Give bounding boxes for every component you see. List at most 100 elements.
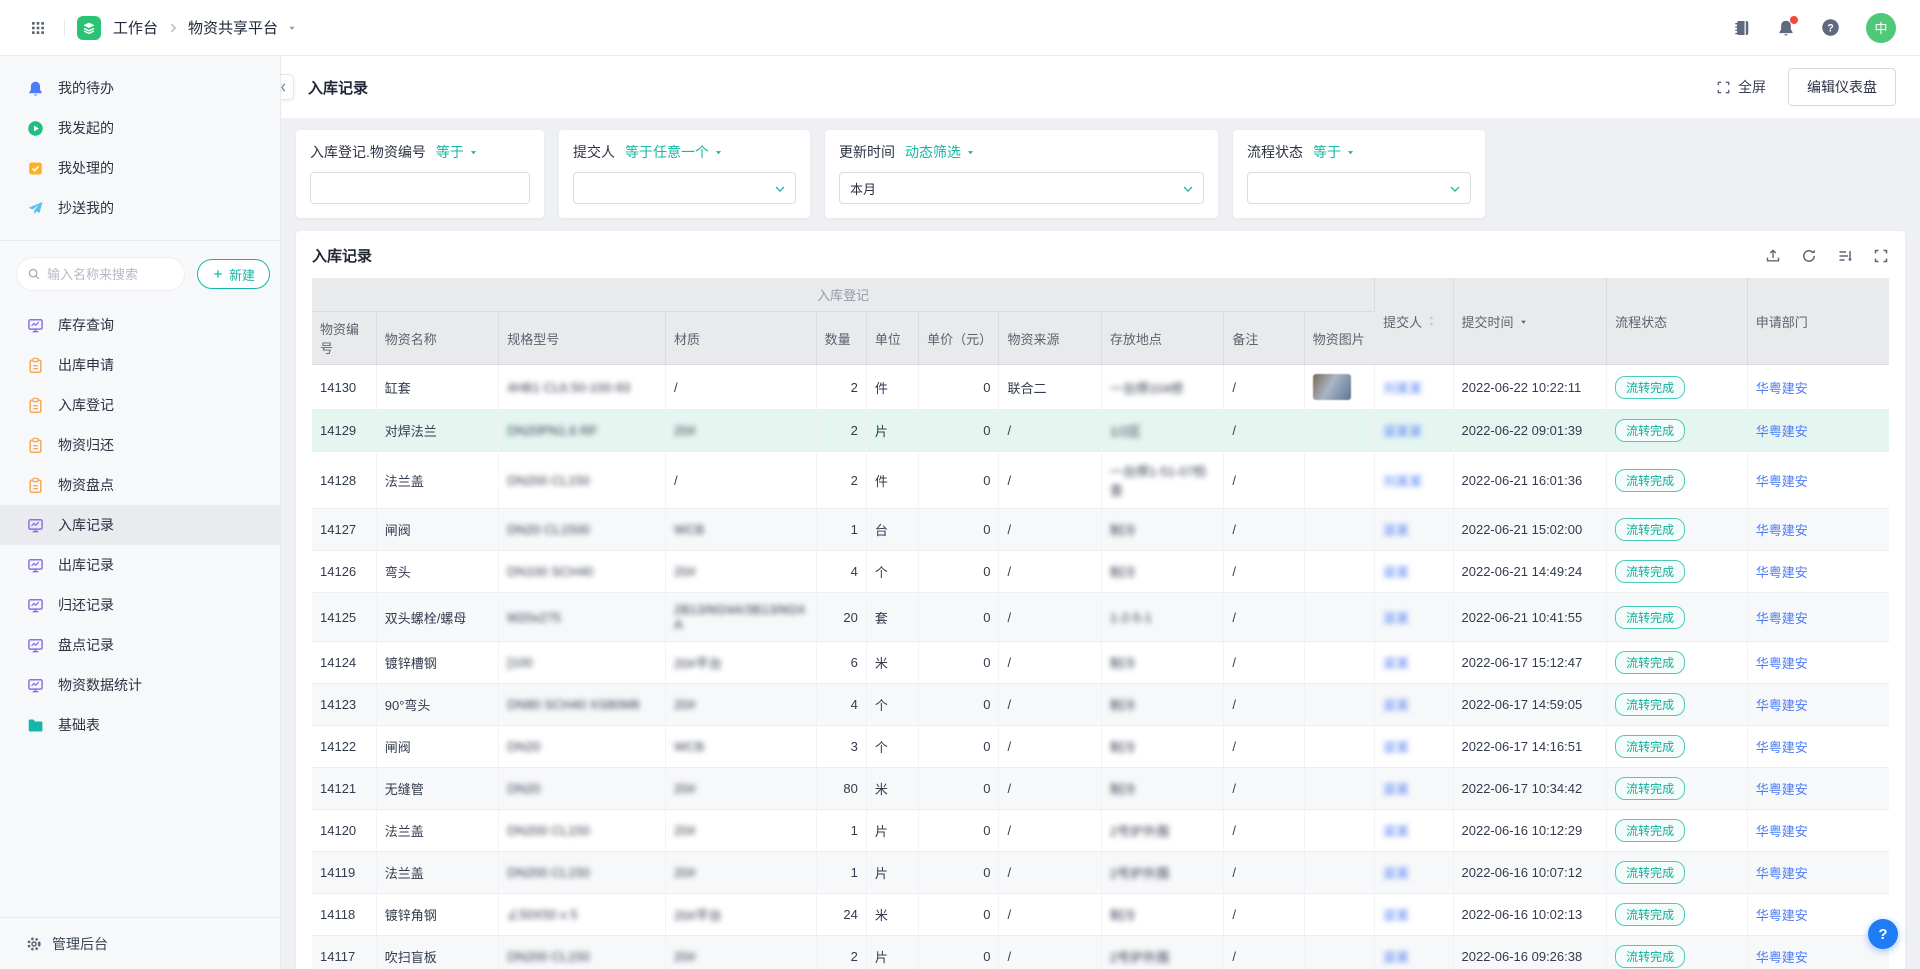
dept-link[interactable]: 华粤建安: [1756, 950, 1808, 965]
table-row[interactable]: 1412390°弯头DN80 SCH40 XS80M820#4个0/制冷/梁某2…: [312, 684, 1889, 726]
sidebar-item-inbound-register[interactable]: 入库登记: [0, 385, 280, 425]
sidebar-item-inventory-query[interactable]: 库存查询: [0, 305, 280, 345]
table-row[interactable]: 14126弯头DN100 SCH4020#4个0/制冷/梁某2022-06-21…: [312, 551, 1889, 593]
breadcrumb-workbench[interactable]: 工作台: [113, 17, 158, 38]
cell-status: 流转完成: [1607, 852, 1748, 894]
filter-update-time-select[interactable]: 本月: [839, 172, 1204, 204]
filter-flow-status-select[interactable]: [1247, 172, 1471, 204]
column-header-content[interactable]: 提交时间: [1462, 312, 1529, 331]
cell-material: 20#: [666, 852, 817, 894]
dept-link[interactable]: 华粤建安: [1756, 523, 1808, 538]
sidebar-item-my-initiated[interactable]: 我发起的: [0, 108, 280, 148]
sidebar-item-material-return[interactable]: 物资归还: [0, 425, 280, 465]
submitter-link[interactable]: 刘某某: [1383, 381, 1422, 396]
filter-operator[interactable]: 等于任意一个: [625, 142, 724, 162]
fullscreen-button[interactable]: 全屏: [1716, 77, 1766, 97]
submitter-link[interactable]: 梁某: [1383, 611, 1409, 626]
sidebar-item-my-handled[interactable]: 我处理的: [0, 148, 280, 188]
dept-link[interactable]: 华粤建安: [1756, 656, 1808, 671]
table-row[interactable]: 14117吹扫盲板DN200 CL15020#2片0/2号炉外围/梁某2022-…: [312, 936, 1889, 969]
table-row[interactable]: 14119法兰盖DN200 CL15020#1片0/2号炉外围/梁某2022-0…: [312, 852, 1889, 894]
sidebar-item-return-records[interactable]: 归还记录: [0, 585, 280, 625]
submitter-link[interactable]: 梁某: [1383, 523, 1409, 538]
table-row[interactable]: 14130缸套4HB1 CL6.50-100-93/2件0联合二一台焊104修/…: [312, 365, 1889, 410]
sort-icon[interactable]: [1426, 314, 1437, 328]
sidebar-item-label: 我处理的: [58, 158, 114, 178]
dept-link[interactable]: 华粤建安: [1756, 698, 1808, 713]
sidebar-item-outbound-records[interactable]: 出库记录: [0, 545, 280, 585]
breadcrumb-app-name[interactable]: 物资共享平台: [188, 17, 278, 38]
notification-bell-icon[interactable]: [1777, 19, 1795, 37]
sidebar-item-outbound-apply[interactable]: 出库申请: [0, 345, 280, 385]
sidebar-item-stocktake-records[interactable]: 盘点记录: [0, 625, 280, 665]
sort-desc-icon[interactable]: [1518, 316, 1529, 327]
play-green-icon: [26, 119, 44, 137]
sidebar-item-material-stocktake[interactable]: 物资盘点: [0, 465, 280, 505]
table-row[interactable]: 14121无缝管DN2020#80米0/制冷/梁某2022-06-17 10:3…: [312, 768, 1889, 810]
clipboard-orange-icon: [26, 356, 44, 374]
dept-link[interactable]: 华粤建安: [1756, 866, 1808, 881]
dept-link[interactable]: 华粤建安: [1756, 908, 1808, 923]
cell-material: 20#: [666, 551, 817, 593]
cell-dept: 华粤建安: [1747, 452, 1889, 509]
cell-text: /: [1232, 655, 1236, 670]
dept-link[interactable]: 华粤建安: [1756, 740, 1808, 755]
submitter-link[interactable]: 梁某: [1383, 656, 1409, 671]
edit-dashboard-button[interactable]: 编辑仪表盘: [1788, 68, 1896, 106]
column-settings-icon[interactable]: [1837, 248, 1853, 264]
table-row[interactable]: 14122闸阀DN20WCB3个0/制冷/梁某2022-06-17 14:16:…: [312, 726, 1889, 768]
collapse-sidebar-icon[interactable]: [281, 74, 294, 100]
search-input[interactable]: [47, 267, 174, 282]
table-row[interactable]: 14127闸阀DN20 CL1500WCB1台0/制冷/梁某2022-06-21…: [312, 509, 1889, 551]
table-row[interactable]: 14129对焊法兰DN20PN1.6 RF20#2片0/1/2区/梁某某2022…: [312, 410, 1889, 452]
material-photo-thumbnail[interactable]: [1313, 374, 1351, 400]
sidebar-search[interactable]: [16, 257, 185, 291]
submitter-link[interactable]: 梁某: [1383, 740, 1409, 755]
refresh-icon[interactable]: [1801, 248, 1817, 264]
dept-link[interactable]: 华粤建安: [1756, 424, 1808, 439]
table-row[interactable]: 14120法兰盖DN200 CL15020#1片0/2号炉外围/梁某2022-0…: [312, 810, 1889, 852]
new-button[interactable]: 新建: [197, 259, 270, 289]
submitter-link[interactable]: 梁某: [1383, 782, 1409, 797]
contacts-book-icon[interactable]: [1733, 19, 1751, 37]
floating-help-button[interactable]: ?: [1868, 919, 1898, 949]
help-circle-icon[interactable]: ?: [1821, 18, 1840, 37]
user-avatar[interactable]: 中: [1866, 13, 1896, 43]
sidebar-admin-backend[interactable]: 管理后台: [0, 917, 280, 969]
column-header-content[interactable]: 提交人: [1383, 312, 1437, 331]
filter-input[interactable]: [321, 181, 503, 196]
export-icon[interactable]: [1765, 248, 1781, 264]
filter-material-code-input[interactable]: [310, 172, 530, 204]
sidebar-item-cc-to-me[interactable]: 抄送我的: [0, 188, 280, 228]
filter-operator[interactable]: 等于: [436, 142, 479, 162]
apps-grid-icon[interactable]: [24, 14, 52, 42]
table-row[interactable]: 14124镀锌槽钢[10020#平台6米0/制冷/梁某2022-06-17 15…: [312, 642, 1889, 684]
maximize-icon[interactable]: [1873, 248, 1889, 264]
table-row[interactable]: 14128法兰盖DN200 CL150/2件0/一台焊1-51-07检查/刘某某…: [312, 452, 1889, 509]
submitter-link[interactable]: 梁某: [1383, 866, 1409, 881]
submitter-link[interactable]: 刘某某: [1383, 474, 1422, 489]
sidebar-item-material-statistics[interactable]: 物资数据统计: [0, 665, 280, 705]
filter-operator[interactable]: 动态筛选: [905, 142, 976, 162]
submitter-link[interactable]: 梁某: [1383, 698, 1409, 713]
sidebar-item-inbound-records[interactable]: 入库记录: [0, 505, 280, 545]
cell-price: 0: [919, 410, 999, 452]
filter-operator[interactable]: 等于: [1313, 142, 1356, 162]
dept-link[interactable]: 华粤建安: [1756, 381, 1808, 396]
caret-down-icon[interactable]: [286, 22, 298, 34]
submitter-link[interactable]: 梁某: [1383, 565, 1409, 580]
sidebar-item-base-tables[interactable]: 基础表: [0, 705, 280, 745]
dept-link[interactable]: 华粤建安: [1756, 474, 1808, 489]
dept-link[interactable]: 华粤建安: [1756, 782, 1808, 797]
submitter-link[interactable]: 梁某某: [1383, 424, 1422, 439]
table-row[interactable]: 14125双头螺栓/螺母M20x2752B13/M24A/3B13/M24A20…: [312, 593, 1889, 642]
submitter-link[interactable]: 梁某: [1383, 908, 1409, 923]
sidebar-item-my-todo[interactable]: 我的待办: [0, 68, 280, 108]
filter-submitter-select[interactable]: [573, 172, 796, 204]
dept-link[interactable]: 华粤建安: [1756, 611, 1808, 626]
dept-link[interactable]: 华粤建安: [1756, 565, 1808, 580]
submitter-link[interactable]: 梁某: [1383, 824, 1409, 839]
dept-link[interactable]: 华粤建安: [1756, 824, 1808, 839]
table-row[interactable]: 14118镀锌角钢∠50X50 x 520#平台24米0/制冷/梁某2022-0…: [312, 894, 1889, 936]
submitter-link[interactable]: 梁某: [1383, 950, 1409, 965]
